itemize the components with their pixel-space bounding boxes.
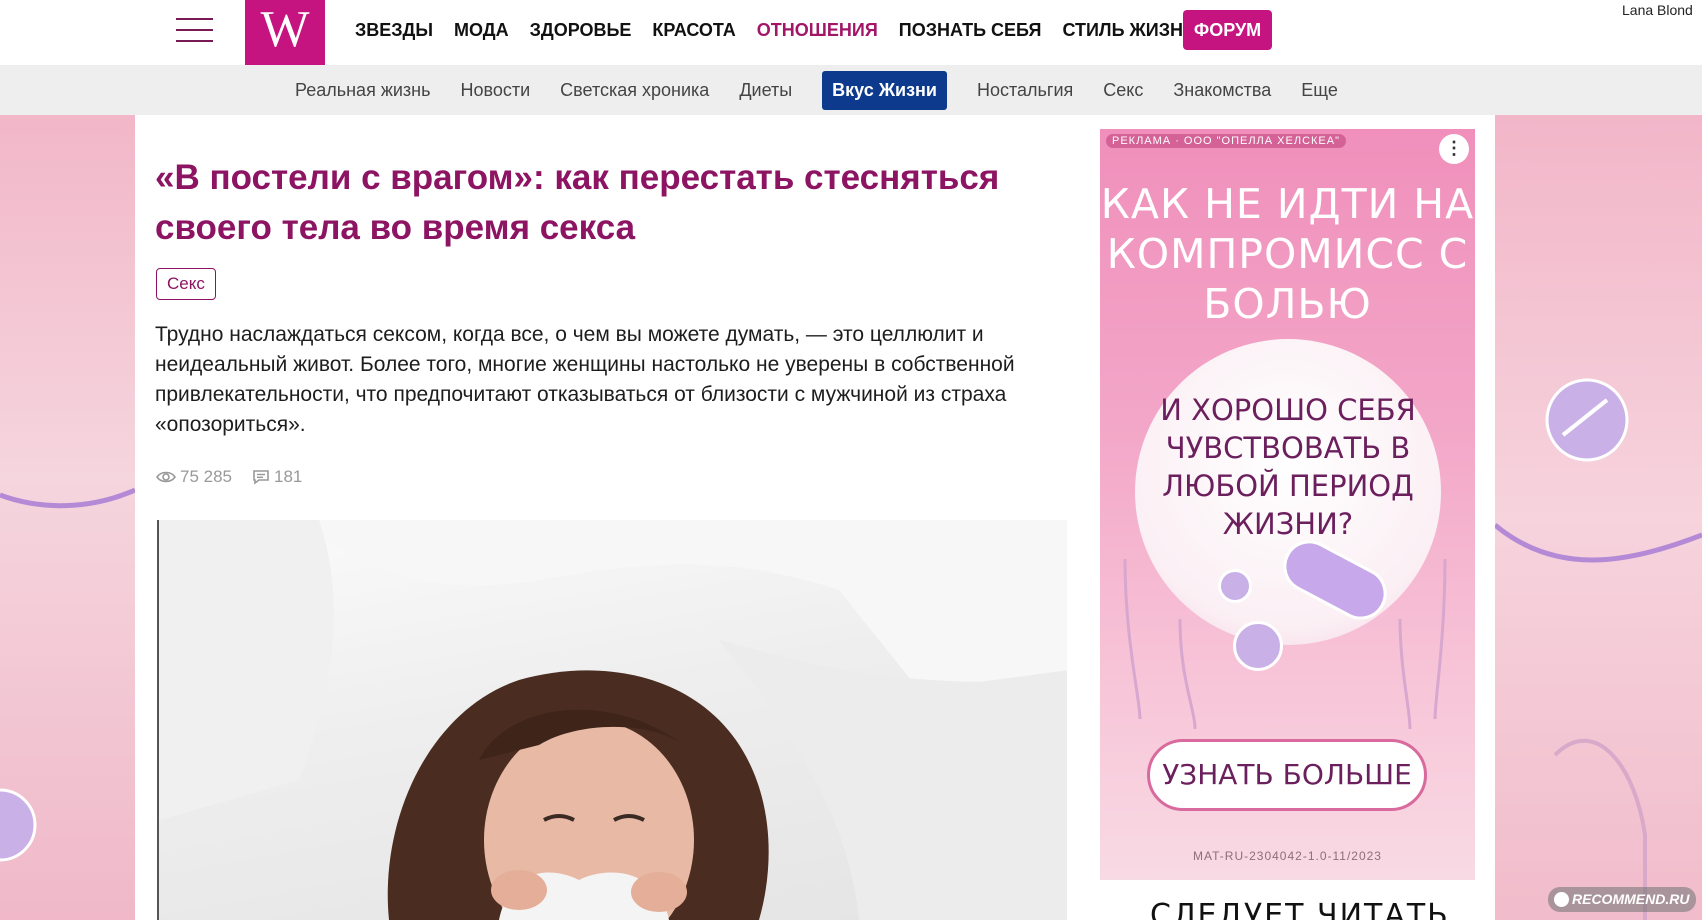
- ad-banner[interactable]: РЕКЛАМА · ООО "ОПЕЛЛА ХЕЛСКЕА" ⋮ КАК НЕ …: [1100, 129, 1475, 880]
- nav-item-self[interactable]: ПОЗНАТЬ СЕБЯ: [899, 18, 1042, 42]
- menu-burger-icon[interactable]: [176, 14, 213, 46]
- views-count: 75 285: [180, 467, 232, 486]
- ad-headline: КАК НЕ ИДТИ НА КОМПРОМИСС С БОЛЬЮ: [1100, 180, 1475, 328]
- watermark-text: RECOMMEND.RU: [1572, 891, 1690, 907]
- right-decor-shapes: [1493, 378, 1702, 920]
- nav-item-beauty[interactable]: КРАСОТА: [652, 18, 735, 42]
- subnav-item-news[interactable]: Новости: [460, 80, 530, 101]
- ad-label: РЕКЛАМА · ООО "ОПЕЛЛА ХЕЛСКЕА": [1106, 134, 1346, 148]
- left-decor-shapes: [0, 487, 137, 862]
- subnav-item-real-life[interactable]: Реальная жизнь: [295, 80, 430, 101]
- subnav-item-celebrity[interactable]: Светская хроника: [560, 80, 709, 101]
- article-stats: 75 285 181: [156, 467, 322, 487]
- ad-cta-button[interactable]: УЗНАТЬ БОЛЬШЕ: [1147, 739, 1427, 811]
- forum-button[interactable]: ФОРУМ: [1183, 10, 1272, 50]
- comment-icon: [253, 470, 269, 485]
- subnav-item-dating[interactable]: Знакомства: [1173, 80, 1271, 101]
- sidebar-next-heading: СЛЕДУЕТ ЧИТАТЬ: [1150, 898, 1450, 920]
- right-branding-background: [1493, 115, 1702, 920]
- views-stat: 75 285: [156, 467, 232, 487]
- eye-icon: [156, 471, 176, 483]
- ad-drip-lines: [1123, 559, 1447, 730]
- comments-stat[interactable]: 181: [252, 467, 302, 487]
- article-title: «В постели с врагом»: как перестать стес…: [155, 158, 1000, 247]
- woman-in-bed-image: [159, 520, 1067, 920]
- article-tag[interactable]: Секс: [156, 268, 216, 300]
- recommend-logo-icon: [1554, 892, 1569, 907]
- more-vertical-icon[interactable]: ⋮: [1439, 134, 1469, 164]
- top-header: W ЗВЕЗДЫ МОДА ЗДОРОВЬЕ КРАСОТА ОТНОШЕНИЯ…: [0, 0, 1702, 65]
- article-content: «В постели с врагом»: как перестать стес…: [135, 115, 1095, 920]
- sub-nav-bar: Реальная жизнь Новости Светская хроника …: [0, 65, 1702, 115]
- subnav-item-sex[interactable]: Секс: [1103, 80, 1143, 101]
- site-logo[interactable]: W: [245, 0, 325, 65]
- article-photo: [157, 520, 1067, 920]
- ad-code: MAT-RU-2304042-1.0-11/2023: [1193, 849, 1382, 863]
- nav-item-stars[interactable]: ЗВЕЗДЫ: [355, 18, 433, 42]
- subnav-item-more[interactable]: Еще: [1301, 80, 1338, 101]
- recommend-watermark: RECOMMEND.RU: [1548, 887, 1696, 912]
- subnav-item-diets[interactable]: Диеты: [739, 80, 792, 101]
- nav-item-lifestyle[interactable]: СТИЛЬ ЖИЗНИ: [1062, 18, 1195, 42]
- subnav-item-nostalgia[interactable]: Ностальгия: [977, 80, 1073, 101]
- user-name[interactable]: Lana Blond: [1622, 2, 1693, 18]
- main-nav: ЗВЕЗДЫ МОДА ЗДОРОВЬЕ КРАСОТА ОТНОШЕНИЯ П…: [355, 18, 1217, 42]
- nav-item-relationships[interactable]: ОТНОШЕНИЯ: [757, 18, 878, 42]
- nav-item-health[interactable]: ЗДОРОВЬЕ: [530, 18, 632, 42]
- article-lead: Трудно наслаждаться сексом, когда все, о…: [155, 323, 1015, 436]
- ad-body-text: И ХОРОШО СЕБЯ ЧУВСТВОВАТЬ В ЛЮБОЙ ПЕРИОД…: [1160, 393, 1416, 541]
- sub-nav: Реальная жизнь Новости Светская хроника …: [295, 65, 1368, 115]
- comments-count: 181: [274, 467, 303, 486]
- nav-item-fashion[interactable]: МОДА: [454, 18, 509, 42]
- left-branding-background: [0, 115, 137, 920]
- subnav-item-taste-of-life[interactable]: Вкус Жизни: [822, 70, 947, 110]
